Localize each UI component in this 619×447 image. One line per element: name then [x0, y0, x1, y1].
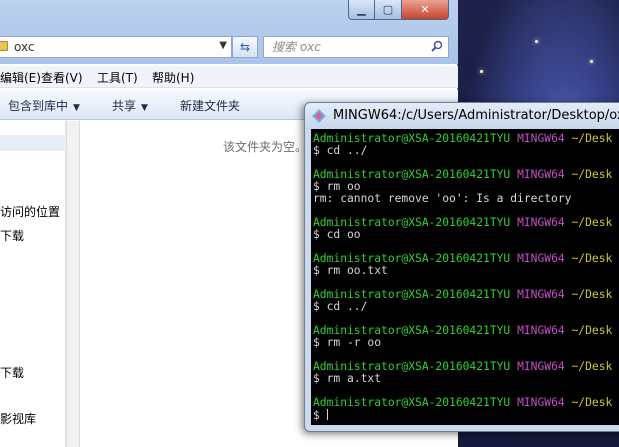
chevron-down-icon[interactable]: ▼	[219, 40, 227, 51]
command-text: $ cd oo	[313, 228, 361, 241]
nav-selection	[0, 135, 66, 151]
terminal-window: MINGW64:/c/Users/Administrator/Desktop/o…	[304, 102, 619, 432]
maximize-button[interactable]: ▢	[375, 0, 402, 20]
menu-view[interactable]: 查看(V)	[41, 69, 83, 86]
command-line: $ cd oo	[313, 229, 361, 241]
command-text: $ rm oo.txt	[313, 264, 388, 277]
prompt-shell: MINGW64	[517, 132, 565, 145]
nav-item-downloads-2[interactable]: 下载	[0, 364, 24, 381]
prompt-cwd: ~/Desk	[571, 168, 613, 181]
prompt-cwd: ~/Desk	[571, 252, 613, 265]
terminal-output[interactable]: Administrator@XSA-20160421TYU MINGW64 ~/…	[311, 129, 619, 425]
refresh-button[interactable]: ⇆	[232, 36, 258, 58]
command-text: $ rm -r oo	[313, 336, 382, 349]
prompt-shell: MINGW64	[517, 324, 565, 337]
menu-bar: 编辑(E) 查看(V) 工具(T) 帮助(H)	[0, 66, 458, 88]
prompt-shell: MINGW64	[517, 288, 565, 301]
prompt-cwd: ~/Desk	[571, 288, 613, 301]
command-line: $ rm a.txt	[313, 373, 381, 385]
prompt-user-host: Administrator@XSA-20160421TYU	[313, 396, 511, 409]
prompt-cwd: ~/Desk	[571, 132, 613, 145]
nav-item-recent-places[interactable]: 访问的位置	[0, 203, 60, 220]
final-prompt: $	[313, 409, 327, 422]
prompt-cwd: ~/Desk	[571, 360, 613, 373]
prompt-header-line: Administrator@XSA-20160421TYU MINGW64 ~/…	[313, 397, 612, 409]
menu-edit[interactable]: 编辑(E)	[0, 69, 41, 86]
share-button[interactable]: 共享 ▼	[112, 97, 148, 114]
menu-help[interactable]: 帮助(H)	[152, 69, 194, 86]
prompt-shell: MINGW64	[517, 396, 565, 409]
terminal-titlebar[interactable]: MINGW64:/c/Users/Administrator/Desktop/o…	[305, 103, 619, 129]
prompt-cwd: ~/Desk	[571, 396, 613, 409]
prompt-cwd: ~/Desk	[571, 324, 613, 337]
prompt-cwd: ~/Desk	[571, 216, 613, 229]
chevron-down-icon: ▼	[73, 103, 80, 113]
address-path: oxc	[14, 40, 35, 54]
nav-item-videos-library[interactable]: 影视库	[0, 410, 36, 427]
window-controls: ▁ ▢ ✕	[348, 0, 449, 20]
navigation-pane: 访问的位置 下载 下载 影视库	[0, 121, 66, 447]
nav-scrollbar[interactable]	[66, 121, 80, 447]
empty-folder-message: 该文件夹为空。	[223, 140, 308, 154]
chevron-down-icon: ▼	[141, 103, 148, 113]
refresh-icon: ⇆	[239, 40, 251, 54]
search-box	[263, 36, 449, 58]
include-in-library-button[interactable]: 包含到库中 ▼	[8, 97, 80, 114]
folder-icon	[0, 41, 8, 51]
prompt-shell: MINGW64	[517, 216, 565, 229]
terminal-title: MINGW64:/c/Users/Administrator/Desktop/o…	[333, 108, 619, 123]
output-text: rm: cannot remove 'oo': Is a directory	[313, 192, 572, 205]
input-line: $	[313, 409, 328, 422]
nav-item-downloads[interactable]: 下载	[0, 227, 24, 244]
mintty-icon	[312, 109, 326, 123]
prompt-shell: MINGW64	[517, 168, 565, 181]
menu-tools[interactable]: 工具(T)	[97, 69, 138, 86]
prompt-shell: MINGW64	[517, 252, 565, 265]
command-text: $ cd ../	[313, 300, 368, 313]
search-input[interactable]	[264, 37, 426, 57]
text-cursor	[326, 409, 328, 420]
command-line: $ rm -r oo	[313, 337, 381, 349]
command-line: $ cd ../	[313, 145, 367, 157]
address-bar[interactable]: oxc ▼	[0, 36, 232, 58]
close-button[interactable]: ✕	[402, 0, 449, 20]
command-line: $ rm oo.txt	[313, 265, 388, 277]
new-folder-button[interactable]: 新建文件夹	[180, 97, 240, 114]
minimize-button[interactable]: ▁	[348, 0, 375, 20]
command-line: $ cd ../	[313, 301, 367, 313]
command-text: $ cd ../	[313, 144, 368, 157]
prompt-shell: MINGW64	[517, 360, 565, 373]
command-text: $ rm a.txt	[313, 372, 382, 385]
address-row: oxc ▼ ⇆	[0, 34, 458, 58]
search-icon[interactable]	[431, 40, 443, 52]
output-line: rm: cannot remove 'oo': Is a directory	[313, 193, 571, 205]
